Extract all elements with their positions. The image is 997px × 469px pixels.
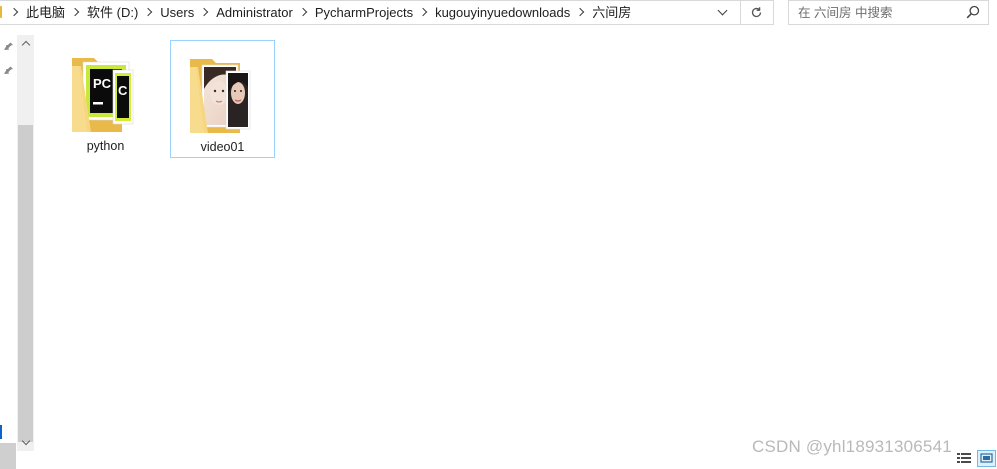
breadcrumb-users[interactable]: Users [158,1,196,24]
svg-text:C: C [118,83,128,98]
folder-icon [0,6,2,18]
breadcrumb: 此电脑 软件 (D:) Users Administrator PycharmP… [6,1,633,24]
breadcrumb-current-folder[interactable]: 六间房 [590,1,633,24]
folder-icon: PC C [69,48,143,132]
nav-item-indicator [0,425,2,439]
svg-text:PC: PC [93,76,112,91]
pin-icon[interactable] [3,40,15,52]
scrollbar-thumb[interactable] [18,125,33,442]
watermark-text: CSDN @yhl18931306541 [752,437,952,456]
search-icon[interactable] [966,5,980,19]
refresh-icon[interactable] [740,1,772,24]
breadcrumb-pycharmprojects[interactable]: PycharmProjects [313,1,415,24]
refresh-arrow-icon [751,7,762,18]
address-bar: 此电脑 软件 (D:) Users Administrator PycharmP… [0,0,997,26]
photo-folder-icon [190,59,251,133]
address-box[interactable]: 此电脑 软件 (D:) Users Administrator PycharmP… [0,0,774,25]
breadcrumb-administrator[interactable]: Administrator [214,1,295,24]
details-view-icon[interactable] [955,450,974,467]
nav-vertical-scrollbar[interactable] [17,35,34,451]
breadcrumb-drive-d[interactable]: 软件 (D:) [85,1,140,24]
search-box[interactable] [788,0,989,25]
address-history-chevron-down-icon[interactable] [708,1,736,24]
breadcrumb-separator-icon[interactable] [200,1,208,24]
pin-icon[interactable] [3,64,15,76]
folder-item-video01[interactable]: video01 [170,40,275,158]
folder-name: python [86,139,125,153]
large-icons-view-icon[interactable] [977,450,996,467]
breadcrumb-separator-icon[interactable] [419,1,427,24]
folder-icon [186,49,260,133]
breadcrumb-separator-icon[interactable] [299,1,307,24]
pycharm-folder-icon: PC C [72,58,134,132]
breadcrumb-separator-icon[interactable] [144,1,152,24]
nav-selected-item[interactable] [0,443,16,469]
breadcrumb-separator-icon[interactable] [10,1,18,24]
scroll-up-arrow-icon[interactable] [17,35,34,52]
scroll-down-arrow-icon[interactable] [17,434,34,451]
breadcrumb-separator-icon[interactable] [71,1,79,24]
folder-item-python[interactable]: PC C python [53,40,158,158]
breadcrumb-separator-icon[interactable] [576,1,584,24]
breadcrumb-this-pc[interactable]: 此电脑 [24,1,67,24]
search-input[interactable] [789,1,961,24]
breadcrumb-kugouyinyuedownloads[interactable]: kugouyinyuedownloads [433,1,572,24]
folder-name: video01 [200,140,245,154]
view-mode-buttons [955,450,997,469]
